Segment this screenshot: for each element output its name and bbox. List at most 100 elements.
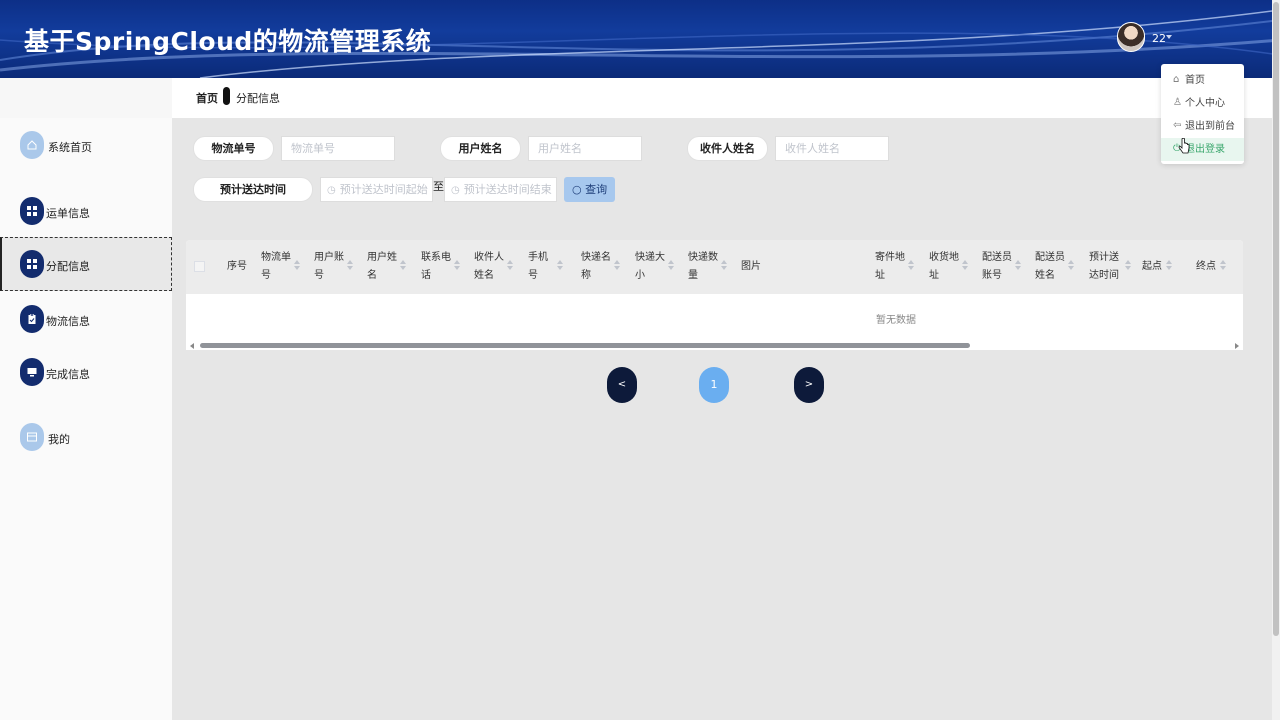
sidebar-item-home[interactable]: 系统首页: [0, 118, 172, 172]
search-icon: ○: [572, 183, 582, 196]
sort-icon: [908, 260, 914, 272]
caret-down-icon[interactable]: [1166, 35, 1172, 39]
column-header-courier-name[interactable]: 快递名称: [581, 249, 620, 285]
username-label[interactable]: 22: [1152, 32, 1166, 45]
grid-icon: [20, 197, 44, 225]
column-header-courier-person[interactable]: 配送员 姓名: [1035, 249, 1074, 285]
main-content: 物流单号 物流单号 用户姓名 用户姓名 收件人姓名 收件人姓名 预计送达时间 ◷…: [172, 118, 1272, 720]
sort-icon: [962, 260, 968, 272]
sidebar-item-waybill[interactable]: 运单信息: [0, 184, 172, 238]
sort-icon: [721, 260, 727, 272]
column-header-phone[interactable]: 联系电话: [421, 249, 460, 285]
select-all-checkbox[interactable]: [194, 261, 205, 272]
data-table: 序号 物流单号 用户账号 用户姓名 联系电话 收件人 姓名 手机号 快递名称 快递…: [186, 240, 1243, 350]
table-header: 序号 物流单号 用户账号 用户姓名 联系电话 收件人 姓名 手机号 快递名称 快递…: [186, 240, 1243, 294]
breadcrumb-separator: [223, 87, 230, 105]
column-header-destination[interactable]: 终点: [1196, 258, 1226, 276]
home-icon: ⌂: [1173, 74, 1180, 85]
date-range-separator: 至: [433, 180, 444, 193]
monitor-icon: [20, 358, 44, 386]
eta-start-input[interactable]: ◷ 预计送达时间起始: [320, 177, 433, 202]
app-title: 基于SpringCloud的物流管理系统: [24, 27, 432, 56]
sidebar-item-label: 分配信息: [46, 260, 90, 273]
column-header-sender-address[interactable]: 寄件地址: [875, 249, 914, 285]
menu-item-profile[interactable]: ♙ 个人中心: [1161, 92, 1244, 115]
sort-icon: [557, 260, 563, 272]
column-header-receiver-address[interactable]: 收货地址: [929, 249, 968, 285]
pointer-cursor-icon: [1178, 138, 1190, 154]
user-dropdown-menu: ⌂ 首页 ♙ 个人中心 ⇦ 退出到前台 ⏻ 退出登录: [1161, 64, 1244, 164]
search-button[interactable]: ○ 查询: [564, 177, 615, 202]
sort-icon: [614, 260, 620, 272]
sort-icon: [294, 260, 300, 272]
app-header: 基于SpringCloud的物流管理系统 22: [0, 0, 1280, 78]
sidebar-item-completed[interactable]: 完成信息: [0, 345, 172, 399]
clock-icon: ◷: [451, 185, 460, 196]
breadcrumb-current: 分配信息: [236, 92, 280, 105]
sidebar-item-label: 我的: [48, 433, 70, 446]
column-header-index[interactable]: 序号: [227, 258, 247, 276]
breadcrumb: 首页 分配信息: [172, 78, 1272, 118]
eta-end-input[interactable]: ◷ 预计送达时间结束: [444, 177, 557, 202]
page-scrollbar-thumb[interactable]: [1273, 2, 1279, 636]
recipient-name-input[interactable]: 收件人姓名: [775, 136, 889, 161]
column-header-tracking[interactable]: 物流单号: [261, 249, 300, 285]
sidebar-item-label: 完成信息: [46, 368, 90, 381]
sidebar-item-logistics[interactable]: 物流信息: [0, 292, 172, 346]
username-filter-label: 用户姓名: [440, 136, 521, 161]
clock-icon: ◷: [327, 185, 336, 196]
eta-label: 预计送达时间: [193, 177, 313, 202]
sidebar-item-label: 物流信息: [46, 315, 90, 328]
profile-card-icon: [20, 423, 44, 451]
sidebar-item-assignment[interactable]: 分配信息: [0, 237, 172, 291]
sort-icon: [1125, 260, 1131, 272]
clipboard-icon: [20, 305, 44, 333]
column-header-size[interactable]: 快递大小: [635, 249, 674, 285]
home-icon: [20, 131, 44, 159]
column-header-user-name[interactable]: 用户姓名: [367, 249, 406, 285]
back-arrow-icon: ⇦: [1173, 120, 1182, 131]
scroll-left-icon[interactable]: [190, 343, 194, 349]
sidebar-item-label: 系统首页: [48, 141, 92, 154]
column-header-image: 图片: [741, 261, 761, 272]
column-header-courier-account[interactable]: 配送员 账号: [982, 249, 1021, 285]
column-header-eta[interactable]: 预计送 达时间: [1089, 249, 1131, 285]
sort-icon: [347, 260, 353, 272]
column-header-origin[interactable]: 起点: [1142, 258, 1172, 276]
sort-icon: [507, 260, 513, 272]
sort-icon: [668, 260, 674, 272]
menu-item-home[interactable]: ⌂ 首页: [1161, 69, 1244, 92]
user-avatar[interactable]: [1117, 22, 1145, 52]
column-header-quantity[interactable]: 快递数量: [688, 249, 727, 285]
column-header-mobile[interactable]: 手机号: [528, 249, 563, 285]
page-button-current[interactable]: 1: [699, 367, 729, 403]
next-page-button[interactable]: >: [794, 367, 824, 403]
scrollbar-thumb[interactable]: [200, 343, 970, 348]
breadcrumb-home[interactable]: 首页: [196, 90, 218, 106]
tracking-number-input[interactable]: 物流单号: [281, 136, 395, 161]
sidebar: 系统首页 运单信息 分配信息 物流信息 完成信息 我的: [0, 118, 172, 720]
tracking-number-label: 物流单号: [193, 136, 274, 161]
menu-item-logout[interactable]: ⏻ 退出登录: [1161, 138, 1244, 161]
search-button-label: 查询: [585, 183, 608, 196]
sort-icon: [454, 260, 460, 272]
sort-icon: [1015, 260, 1021, 272]
eta-end-placeholder: 预计送达时间结束: [463, 183, 552, 196]
column-header-user-account[interactable]: 用户账号: [314, 249, 353, 285]
empty-table-message: 暂无数据: [876, 315, 916, 326]
user-icon: ♙: [1173, 97, 1182, 108]
prev-page-button[interactable]: <: [607, 367, 637, 403]
menu-item-back-to-front[interactable]: ⇦ 退出到前台: [1161, 115, 1244, 138]
recipient-name-label: 收件人姓名: [687, 136, 768, 161]
scroll-right-icon[interactable]: [1235, 343, 1239, 349]
sidebar-item-mine[interactable]: 我的: [0, 410, 172, 464]
sidebar-item-label: 运单信息: [46, 207, 90, 220]
eta-start-placeholder: 预计送达时间起始: [339, 183, 428, 196]
sort-icon: [400, 260, 406, 272]
column-header-recipient[interactable]: 收件人 姓名: [474, 249, 513, 285]
sort-icon: [1220, 260, 1226, 272]
username-filter-input[interactable]: 用户姓名: [528, 136, 642, 161]
sort-icon: [1068, 260, 1074, 272]
grid-icon: [20, 250, 44, 278]
sort-icon: [1166, 260, 1172, 272]
